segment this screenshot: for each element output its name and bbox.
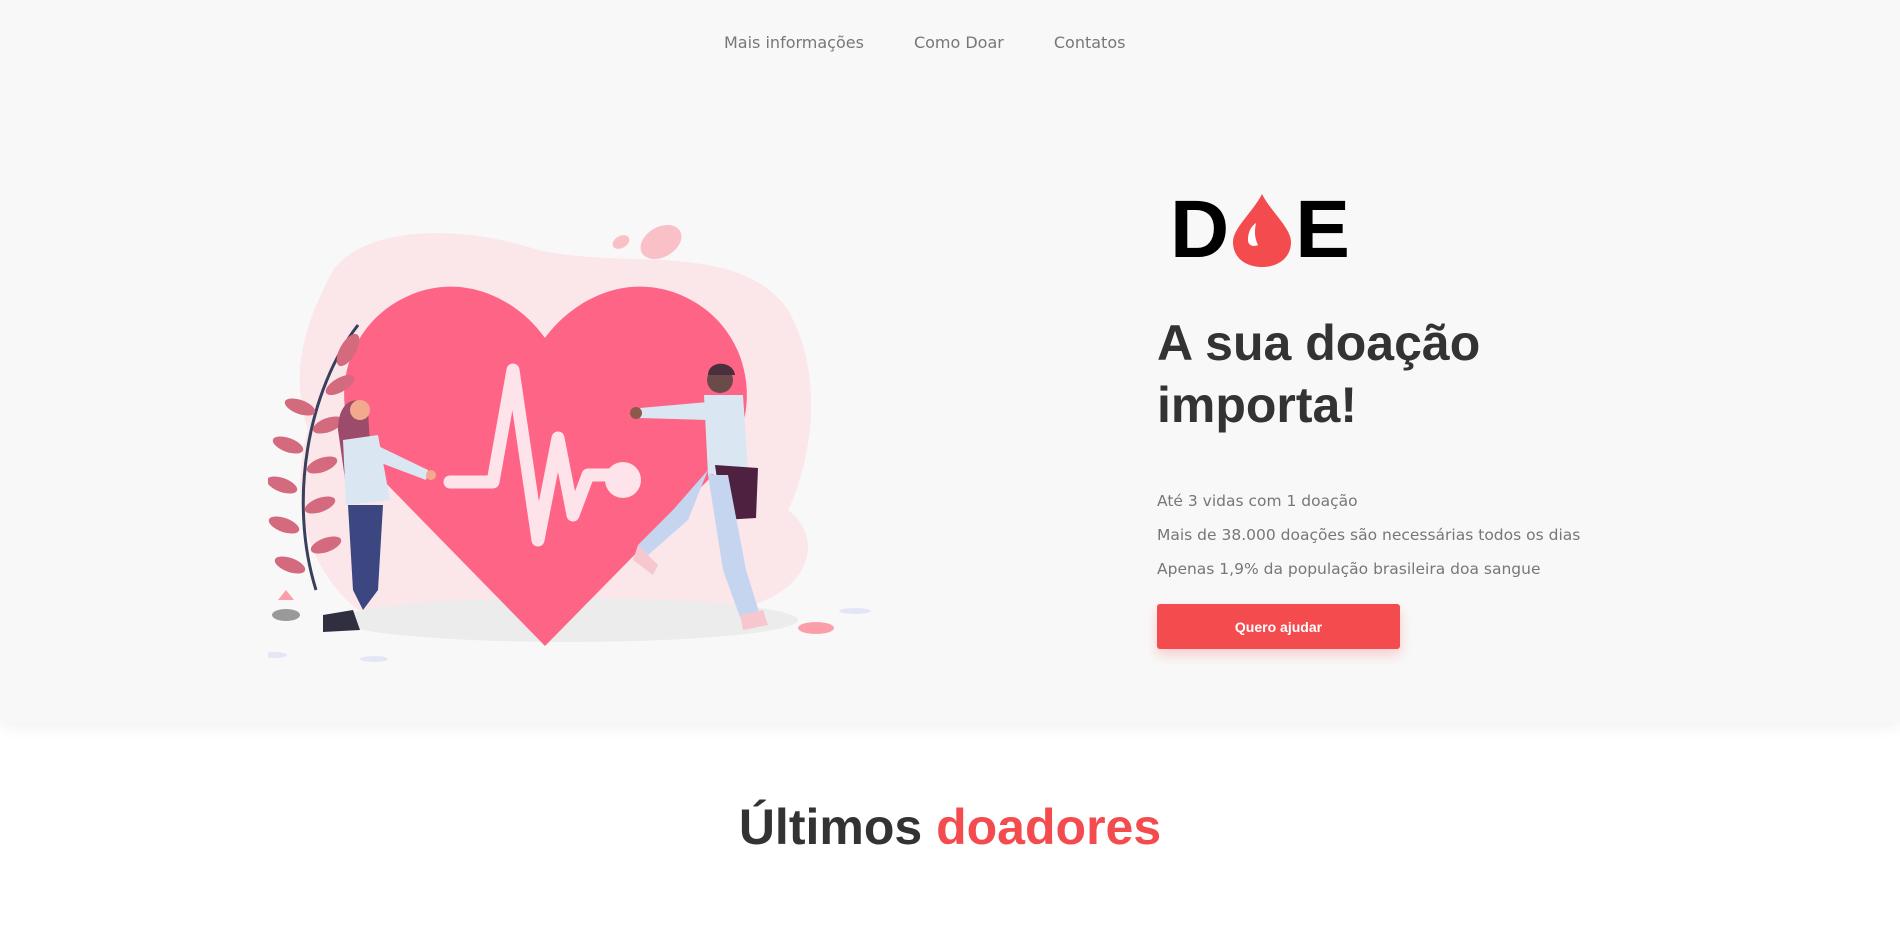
top-nav: Mais informações Como Doar Contatos	[0, 0, 1900, 52]
heart-pulse-illustration	[268, 224, 871, 662]
doe-logo: D E	[1170, 184, 1350, 275]
title-part-1: Últimos	[738, 799, 923, 855]
logo-letter-e: E	[1295, 184, 1350, 275]
nav-link-more-info[interactable]: Mais informações	[724, 33, 864, 52]
stat-item: Até 3 vidas com 1 doação	[1157, 492, 1358, 510]
stat-item: Mais de 38.000 doações são necessárias t…	[1157, 526, 1581, 544]
title-part-2-accent: doadores	[936, 799, 1162, 855]
latest-donors-title: Últimos doadores	[0, 798, 1900, 856]
nav-link-how-to-donate[interactable]: Como Doar	[914, 33, 1004, 52]
nav-link-contacts[interactable]: Contatos	[1054, 33, 1126, 52]
blood-drop-icon	[1233, 194, 1292, 267]
headline-line-2: importa!	[1157, 377, 1357, 433]
headline-line-1: A sua doação	[1157, 315, 1481, 371]
logo-letter-d: D	[1170, 184, 1230, 275]
hero-stats: Até 3 vidas com 1 doação Mais de 38.000 …	[1157, 484, 1580, 586]
quero-ajudar-button[interactable]: Quero ajudar	[1157, 604, 1400, 649]
hero-section: D E A sua doação importa! Até 3 vidas co…	[0, 52, 1900, 722]
stat-item: Apenas 1,9% da população brasileira doa …	[1157, 560, 1541, 578]
hero-headline: A sua doação importa!	[1157, 312, 1537, 436]
nav-links: Mais informações Como Doar Contatos	[724, 33, 1125, 52]
